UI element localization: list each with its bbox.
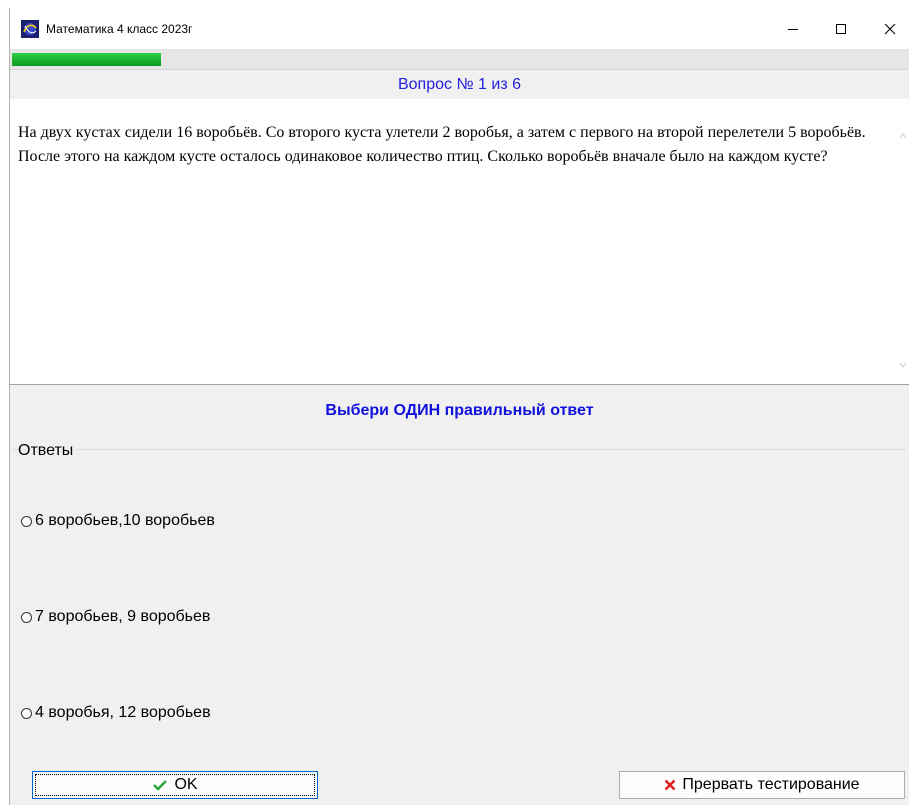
checkmark-icon (153, 780, 168, 791)
answers-legend: Ответы (18, 442, 77, 460)
app-logo-icon (21, 20, 39, 38)
radio-button[interactable] (21, 515, 32, 527)
question-counter: Вопрос № 1 из 6 (10, 69, 909, 100)
minimize-icon (788, 28, 798, 30)
question-panel: На двух кустах сидели 16 воробьёв. Со вт… (10, 99, 909, 385)
answer-label: 7 воробьев, 9 воробьев (35, 608, 211, 625)
app-window: Математика 4 класс 2023г Вопрос № 1 из 6… (9, 8, 909, 805)
button-bar: OK Прервать тестирование (10, 765, 909, 805)
progress-fill (12, 53, 161, 66)
scroll-down-icon[interactable] (899, 361, 907, 369)
window-title: Математика 4 класс 2023г (46, 22, 193, 36)
title-bar: Математика 4 класс 2023г (10, 8, 909, 49)
answer-label: 6 воробьев,10 воробьев (35, 512, 215, 529)
close-button[interactable] (867, 8, 909, 49)
answer-option-3[interactable]: 4 воробья, 12 воробьев (21, 704, 211, 722)
question-text: На двух кустах сидели 16 воробьёв. Со вт… (18, 124, 866, 165)
answer-instruction: Выбери ОДИН правильный ответ (325, 402, 594, 419)
radio-button[interactable] (21, 611, 32, 623)
abort-button-label: Прервать тестирование (682, 776, 860, 793)
abort-test-button[interactable]: Прервать тестирование (619, 771, 905, 799)
question-scrollbar[interactable] (897, 99, 909, 384)
answer-label: 4 воробья, 12 воробьев (35, 704, 211, 721)
scroll-up-icon[interactable] (899, 132, 907, 140)
cross-icon (665, 779, 676, 791)
answer-option-1[interactable]: 6 воробьев,10 воробьев (21, 512, 215, 530)
maximize-button[interactable] (818, 8, 864, 49)
ok-button[interactable]: OK (32, 771, 318, 799)
answers-group: Ответы 6 воробьев,10 воробьев 7 воробьев… (13, 442, 906, 766)
maximize-icon (836, 23, 846, 34)
radio-button[interactable] (21, 707, 32, 719)
answer-option-2[interactable]: 7 воробьев, 9 воробьев (21, 608, 210, 626)
minimize-button[interactable] (770, 8, 816, 49)
progress-bar (10, 49, 909, 69)
ok-button-label: OK (174, 776, 198, 793)
close-icon (884, 23, 896, 34)
